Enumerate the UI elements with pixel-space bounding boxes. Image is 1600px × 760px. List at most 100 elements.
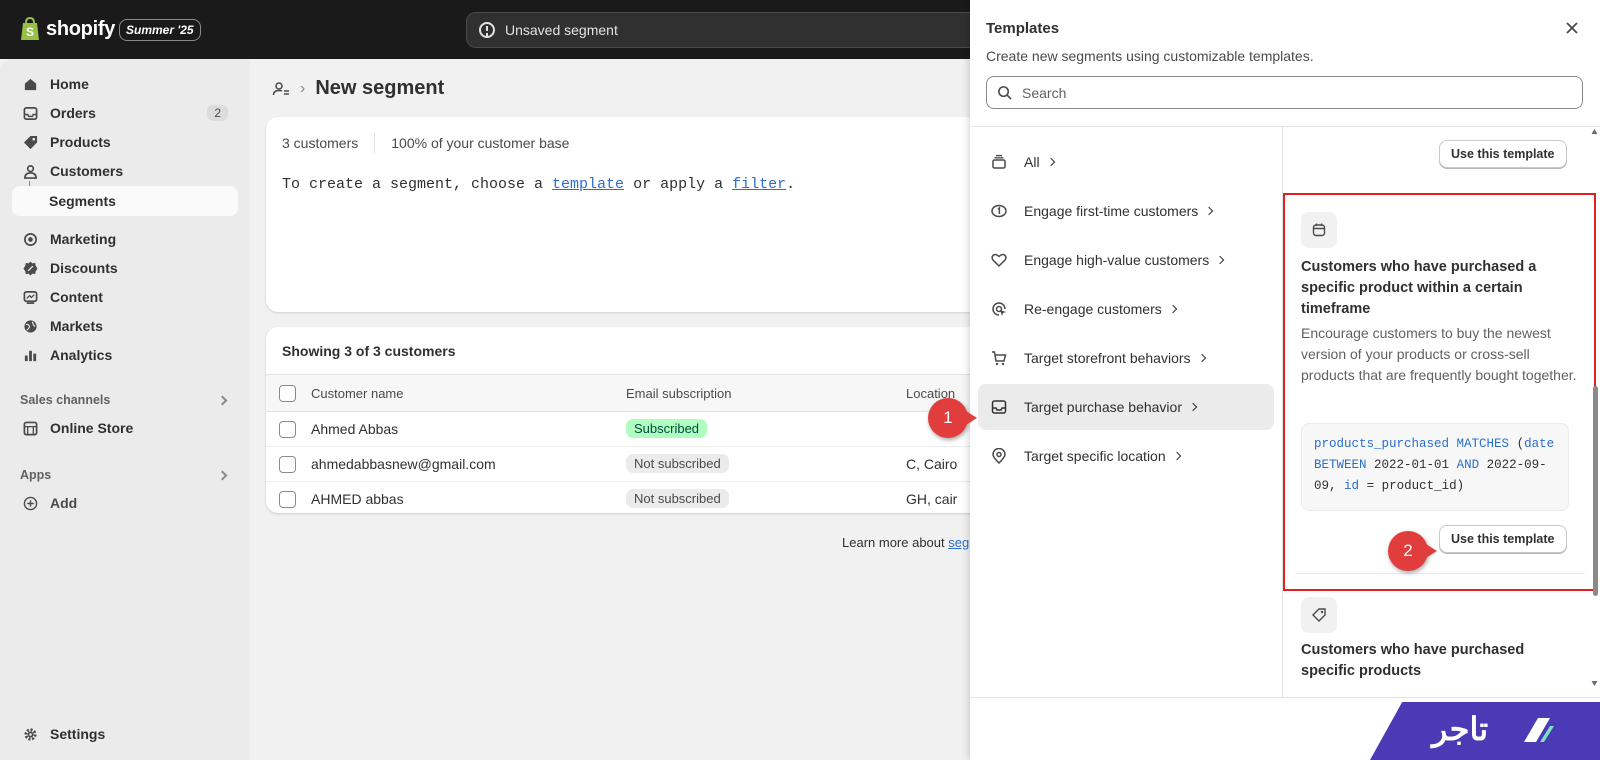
row-checkbox[interactable] — [279, 421, 296, 438]
column-header-name[interactable]: Customer name — [311, 386, 403, 401]
globe-icon — [22, 318, 38, 334]
breadcrumb: › New segment — [272, 77, 444, 100]
orders-count-badge: 2 — [207, 105, 228, 121]
scrollbar-thumb[interactable] — [1593, 386, 1598, 596]
page-title: New segment — [315, 77, 445, 99]
sidebar-item-analytics[interactable]: Analytics — [12, 340, 238, 370]
sidebar-item-label: Home — [50, 76, 89, 92]
category-re-engage[interactable]: Re-engage customers — [978, 286, 1274, 332]
chevron-right-icon — [1197, 353, 1206, 363]
subscription-badge: Not subscribed — [626, 454, 729, 473]
shopify-logo[interactable]: S shopify — [20, 17, 115, 41]
sidebar-item-products[interactable]: Products — [12, 127, 238, 157]
segment-stats: 3 customers 100% of your customer base — [282, 133, 569, 153]
sidebar-item-add-app[interactable]: Add — [12, 488, 238, 518]
search-icon — [998, 86, 1012, 100]
divider — [374, 133, 376, 153]
unsaved-status-bar: Unsaved segment — [466, 12, 986, 48]
template-categories: All Engage first-time customers Engage h… — [970, 127, 1283, 697]
table-row[interactable]: Ahmed Abbas Subscribed — [266, 412, 986, 447]
code-token: products_purchased — [1314, 437, 1450, 451]
table-row[interactable]: ahmedabbasnew@gmail.com Not subscribed C… — [266, 447, 986, 482]
code-token: 2022-01-01 — [1374, 458, 1450, 472]
category-label: Engage high-value customers — [1024, 252, 1210, 268]
table-row[interactable]: AHMED abbas Not subscribed GH, cair — [266, 482, 986, 513]
sidebar-item-discounts[interactable]: Discounts — [12, 253, 238, 283]
sidebar-item-customers[interactable]: Customers — [12, 156, 238, 186]
category-engage-high-value[interactable]: Engage high-value customers — [978, 237, 1274, 283]
customer-name[interactable]: AHMED abbas — [311, 491, 404, 507]
hint-text: To create a segment, choose a — [282, 176, 553, 193]
sales-channels-label: Sales channels — [20, 393, 111, 407]
inbox-icon — [22, 105, 38, 121]
store-icon — [22, 420, 38, 436]
sidebar-item-orders[interactable]: Orders 2 — [12, 98, 238, 128]
category-specific-location[interactable]: Target specific location — [978, 433, 1274, 479]
segment-icon[interactable] — [272, 80, 290, 98]
category-label: All — [1024, 154, 1040, 170]
sidebar-item-label: Marketing — [50, 231, 117, 247]
category-all[interactable]: All — [978, 139, 1274, 185]
target-icon — [22, 231, 38, 247]
segment-editor-hint[interactable]: To create a segment, choose a template o… — [282, 176, 795, 193]
filter-link[interactable]: filter — [732, 176, 786, 193]
gear-icon — [22, 726, 38, 742]
code-token: 09 — [1314, 479, 1330, 493]
sidebar-item-label: Online Store — [50, 420, 134, 436]
segment-editor-card: 3 customers 100% of your customer base T… — [266, 117, 986, 312]
svg-text:S: S — [26, 25, 34, 39]
template-search[interactable] — [986, 76, 1583, 109]
code-token: AND — [1456, 458, 1480, 472]
unsaved-status-text: Unsaved segment — [505, 22, 618, 38]
drawer-subtitle: Create new segments using customizable t… — [986, 48, 1314, 64]
row-checkbox[interactable] — [279, 491, 296, 508]
sidebar-item-label: Markets — [50, 318, 103, 334]
select-all-checkbox[interactable] — [279, 385, 296, 402]
apps-label: Apps — [20, 468, 52, 482]
code-token: BETWEEN — [1314, 458, 1367, 472]
chevron-right-icon — [1188, 402, 1198, 412]
use-template-button-featured[interactable]: Use this template — [1439, 525, 1567, 553]
code-token: MATCHES — [1456, 437, 1510, 451]
sidebar-item-marketing[interactable]: Marketing — [12, 224, 238, 254]
category-storefront-behaviors[interactable]: Target storefront behaviors — [978, 335, 1274, 381]
brand-logo-icon — [1524, 718, 1554, 742]
row-checkbox[interactable] — [279, 456, 296, 473]
code-token: id — [1344, 479, 1360, 493]
category-label: Target storefront behaviors — [1024, 350, 1191, 366]
chevron-right-icon — [1205, 206, 1214, 216]
chevron-right-icon — [1172, 451, 1181, 461]
sidebar-item-settings[interactable]: Settings — [12, 719, 238, 749]
sidebar-item-home[interactable]: Home — [12, 69, 238, 99]
category-purchase-behavior[interactable]: Target purchase behavior — [978, 384, 1274, 430]
showing-count: Showing 3 of 3 customers — [282, 343, 456, 359]
person-icon — [22, 163, 38, 179]
tag-icon — [1312, 608, 1326, 622]
sidebar-item-content[interactable]: Content — [12, 282, 238, 312]
sidebar-item-segments[interactable]: Segments — [12, 186, 238, 216]
inbox-calendar-icon — [1312, 223, 1326, 237]
sidebar-item-label: Discounts — [50, 260, 118, 276]
sidebar-item-markets[interactable]: Markets — [12, 311, 238, 341]
customer-name[interactable]: Ahmed Abbas — [311, 421, 398, 437]
template-link[interactable]: template — [552, 176, 624, 193]
customer-name[interactable]: ahmedabbasnew@gmail.com — [311, 456, 496, 472]
sidebar-item-label: Segments — [49, 193, 116, 209]
edition-badge[interactable]: Summer '25 — [119, 19, 201, 41]
code-token: = — [1366, 479, 1375, 493]
column-header-email-subscription[interactable]: Email subscription — [626, 386, 732, 401]
table-header: Customer name Email subscription Locatio… — [266, 374, 986, 412]
template-list: Use this template Customers who have pur… — [1283, 127, 1600, 697]
code-token: date — [1524, 437, 1555, 451]
sidebar-item-label: Customers — [50, 163, 124, 179]
segments-help-link[interactable]: seg — [948, 535, 969, 550]
search-input[interactable] — [1022, 84, 1582, 101]
sales-channels-heading[interactable]: Sales channels — [20, 393, 228, 407]
close-icon[interactable] — [1564, 20, 1580, 36]
sidebar-item-online-store[interactable]: Online Store — [12, 413, 238, 443]
customer-count: 3 customers — [282, 135, 359, 151]
category-engage-first-time[interactable]: Engage first-time customers — [978, 188, 1274, 234]
apps-heading[interactable]: Apps — [20, 468, 228, 482]
use-template-button[interactable]: Use this template — [1439, 140, 1567, 168]
sidebar-item-label: Products — [50, 134, 111, 150]
